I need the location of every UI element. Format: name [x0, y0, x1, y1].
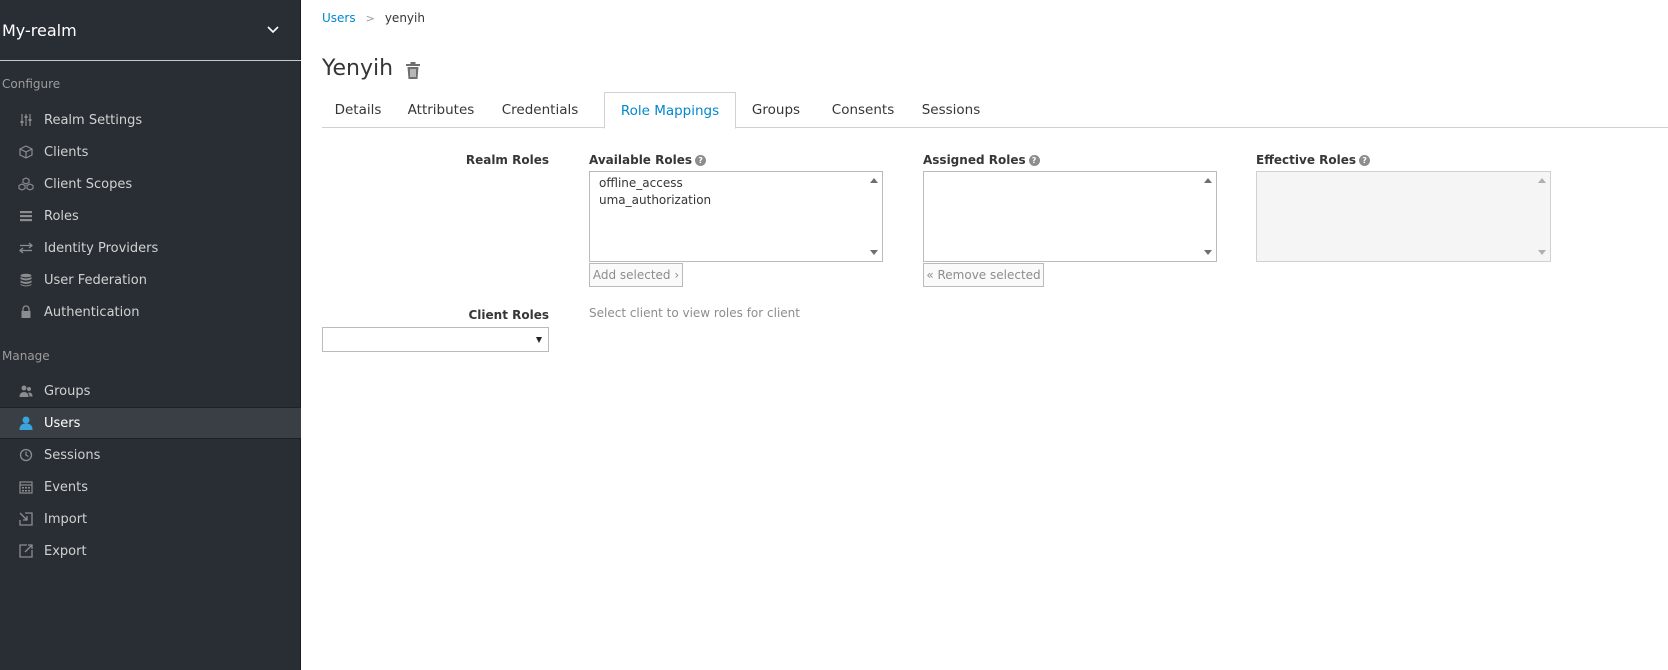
- trash-icon[interactable]: [405, 62, 421, 80]
- available-roles-listbox[interactable]: offline_access uma_authorization: [589, 171, 883, 262]
- breadcrumb-separator: >: [365, 11, 375, 25]
- cubes-icon: [18, 176, 34, 192]
- tab-credentials[interactable]: Credentials: [488, 92, 592, 128]
- exchange-icon: [18, 240, 34, 256]
- users-icon: [18, 383, 34, 399]
- sidebar-item-users[interactable]: Users: [0, 407, 301, 439]
- remove-selected-button[interactable]: « Remove selected: [923, 263, 1044, 287]
- dropdown-caret-icon: [536, 337, 542, 343]
- scroll-down-arrow-icon: [1538, 250, 1546, 255]
- help-icon[interactable]: ?: [1359, 154, 1371, 166]
- scroll-up-arrow-icon[interactable]: [1204, 178, 1212, 183]
- main-content: Users > yenyih Yenyih Details Attributes…: [302, 0, 1668, 670]
- add-selected-button[interactable]: Add selected ›: [589, 263, 683, 287]
- sidebar-item-identity-providers[interactable]: Identity Providers: [0, 232, 301, 264]
- breadcrumb: Users > yenyih: [322, 11, 425, 25]
- sidebar: My-realm Configure Realm Settings Client…: [0, 0, 301, 670]
- sidebar-item-label: Export: [44, 543, 87, 559]
- calendar-icon: [18, 479, 34, 495]
- user-icon: [18, 415, 34, 431]
- sidebar-item-import[interactable]: Import: [0, 503, 301, 535]
- sidebar-item-user-federation[interactable]: User Federation: [0, 264, 301, 296]
- tab-attributes[interactable]: Attributes: [394, 92, 488, 128]
- sidebar-item-label: Import: [44, 511, 88, 527]
- role-option-uma-authorization[interactable]: uma_authorization: [599, 192, 857, 209]
- help-icon[interactable]: ?: [695, 154, 707, 166]
- export-icon: [18, 543, 34, 559]
- assigned-roles-label-text: Assigned Roles: [923, 153, 1026, 167]
- sidebar-item-clients[interactable]: Clients: [0, 136, 301, 168]
- sidebar-item-label: User Federation: [44, 272, 147, 288]
- sidebar-item-groups[interactable]: Groups: [0, 375, 301, 407]
- sidebar-item-client-scopes[interactable]: Client Scopes: [0, 168, 301, 200]
- sidebar-item-sessions[interactable]: Sessions: [0, 439, 301, 471]
- sidebar-item-label: Clients: [44, 144, 89, 160]
- sidebar-item-label: Users: [44, 415, 81, 431]
- sidebar-item-realm-settings[interactable]: Realm Settings: [0, 104, 301, 136]
- assigned-roles-label: Assigned Roles ?: [923, 153, 1040, 167]
- sidebar-item-label: Events: [44, 479, 89, 495]
- client-roles-hint: Select client to view roles for client: [589, 306, 800, 320]
- sidebar-item-label: Realm Settings: [44, 112, 143, 128]
- scroll-down-arrow-icon[interactable]: [870, 250, 878, 255]
- effective-roles-listbox: [1256, 171, 1551, 262]
- effective-roles-label-text: Effective Roles: [1256, 153, 1357, 167]
- tab-sessions[interactable]: Sessions: [908, 92, 994, 128]
- scrollbar: [1534, 172, 1550, 261]
- breadcrumb-current: yenyih: [384, 11, 425, 25]
- tab-groups[interactable]: Groups: [736, 92, 816, 128]
- available-roles-label: Available Roles ?: [589, 153, 707, 167]
- list-icon: [18, 208, 34, 224]
- section-label-manage: Manage: [2, 349, 50, 363]
- client-select[interactable]: [322, 327, 549, 352]
- scroll-down-arrow-icon[interactable]: [1204, 250, 1212, 255]
- section-label-configure: Configure: [2, 77, 61, 91]
- chevron-down-icon: [267, 26, 279, 34]
- sidebar-item-authentication[interactable]: Authentication: [0, 296, 301, 328]
- page-title: Yenyih: [322, 56, 394, 81]
- sidebar-item-events[interactable]: Events: [0, 471, 301, 503]
- effective-roles-label: Effective Roles ?: [1256, 153, 1371, 167]
- sliders-icon: [18, 112, 34, 128]
- sidebar-item-label: Groups: [44, 383, 91, 399]
- role-option-offline-access[interactable]: offline_access: [599, 175, 857, 192]
- realm-name: My-realm: [2, 20, 77, 40]
- tab-bar: Details Attributes Credentials Role Mapp…: [322, 92, 1668, 129]
- breadcrumb-users-link[interactable]: Users: [322, 11, 356, 25]
- cube-icon: [18, 144, 34, 160]
- client-roles-label: Client Roles: [468, 308, 549, 322]
- help-icon[interactable]: ?: [1028, 154, 1040, 166]
- available-roles-label-text: Available Roles: [589, 153, 693, 167]
- scrollbar[interactable]: [1200, 172, 1216, 261]
- tab-role-mappings[interactable]: Role Mappings: [604, 92, 736, 129]
- database-icon: [18, 272, 34, 288]
- tab-consents[interactable]: Consents: [818, 92, 908, 128]
- scroll-up-arrow-icon[interactable]: [870, 178, 878, 183]
- sidebar-item-label: Identity Providers: [44, 240, 159, 256]
- sidebar-item-export[interactable]: Export: [0, 535, 301, 567]
- import-icon: [18, 511, 34, 527]
- lock-icon: [18, 304, 34, 320]
- sidebar-item-label: Sessions: [44, 447, 101, 463]
- sidebar-item-label: Client Scopes: [44, 176, 133, 192]
- assigned-roles-listbox[interactable]: [923, 171, 1217, 262]
- scrollbar[interactable]: [866, 172, 882, 261]
- sidebar-item-label: Authentication: [44, 304, 140, 320]
- tab-details[interactable]: Details: [322, 92, 394, 128]
- realm-roles-label: Realm Roles: [465, 153, 549, 167]
- scroll-up-arrow-icon: [1538, 178, 1546, 183]
- realm-selector[interactable]: My-realm: [0, 0, 301, 61]
- clock-icon: [18, 447, 34, 463]
- sidebar-item-label: Roles: [44, 208, 79, 224]
- sidebar-item-roles[interactable]: Roles: [0, 200, 301, 232]
